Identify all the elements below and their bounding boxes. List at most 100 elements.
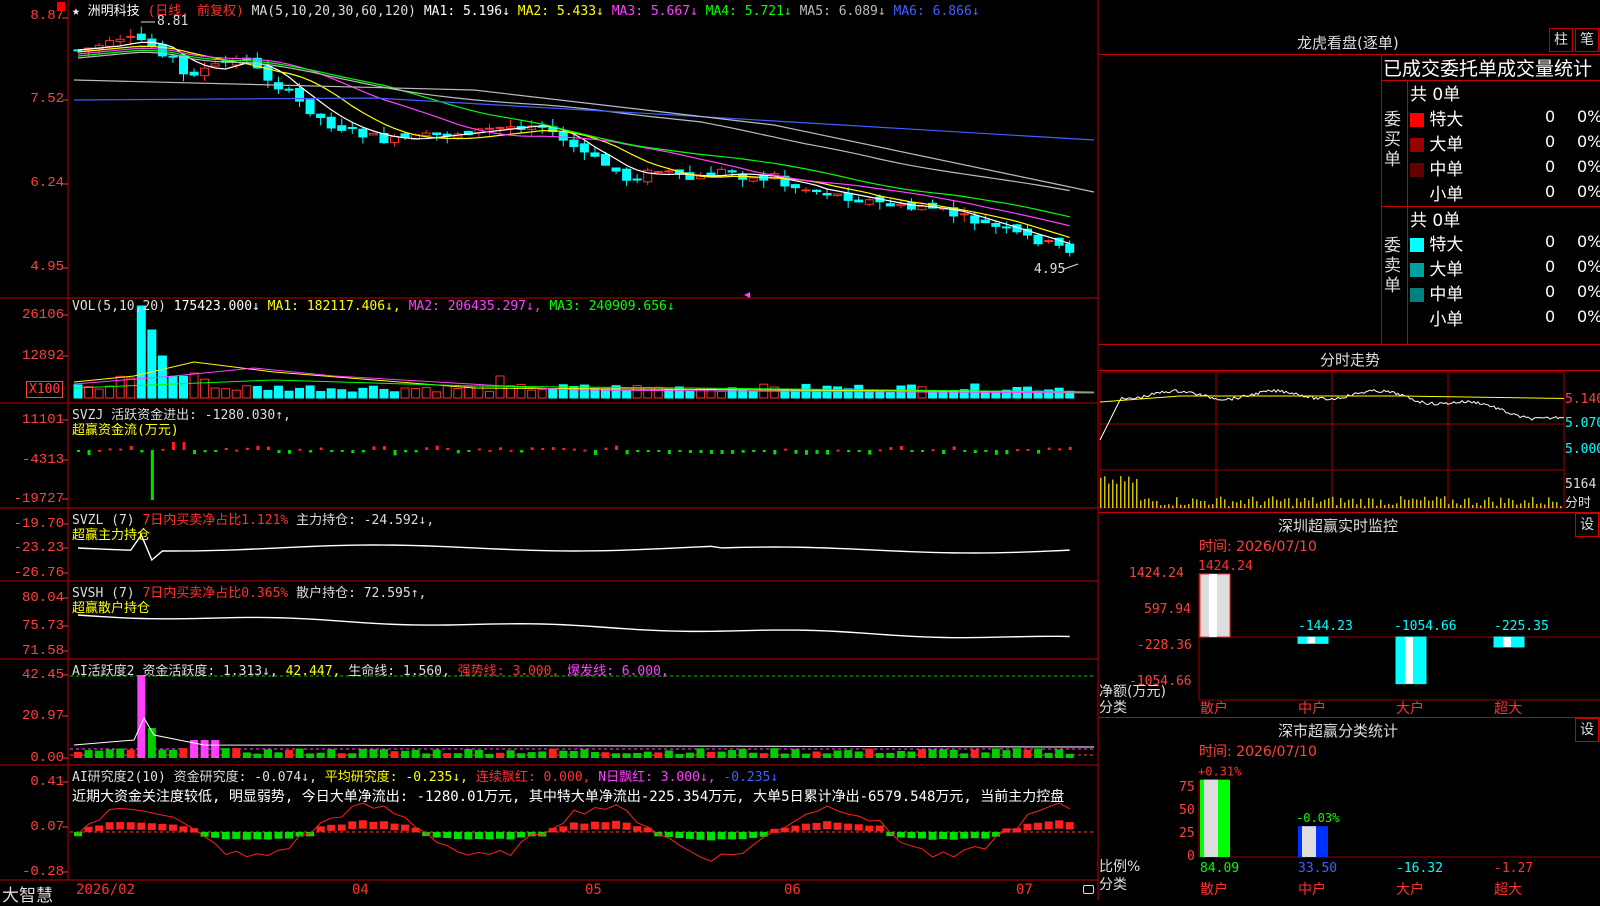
brand-logo[interactable]: 大智慧 [2, 881, 53, 906]
research-bar [348, 821, 357, 830]
research-bar [685, 832, 694, 839]
activity-bar [696, 748, 705, 758]
research-bar [601, 822, 610, 830]
main-y-tick-2: 7.52 [30, 91, 64, 107]
activity-bar [401, 750, 410, 758]
activity-bar [295, 748, 304, 758]
research-bar [242, 832, 251, 840]
volume-bar [833, 386, 843, 399]
flow-bar [235, 449, 239, 452]
volume-bar [885, 391, 895, 399]
volume-bar [347, 391, 357, 399]
candle-up [833, 193, 843, 197]
activity-bar [590, 751, 599, 758]
flow-bar [889, 447, 893, 450]
stock-name[interactable]: ★ 洲明科技 [72, 4, 140, 19]
activity-bar [749, 752, 758, 758]
activity-bar [285, 750, 293, 758]
pen-view-button[interactable]: 笔 [1575, 28, 1599, 52]
class-settings-button[interactable]: 设 [1575, 718, 1599, 742]
research-bar [232, 832, 241, 839]
candle-up [115, 38, 125, 43]
volume-bar [674, 386, 684, 399]
sell-s-count: 0 [1545, 307, 1556, 326]
flow-bar [952, 446, 956, 450]
flow-bar [509, 449, 513, 452]
column-view-button[interactable]: 柱 [1549, 28, 1573, 52]
ai-active-header: AI活跃度2 资金活跃度: 1.313↓, 42.447, 生命线: 1.560… [72, 664, 669, 679]
svzl-y-tick-2: -23.23 [13, 540, 64, 556]
activity-bar [707, 751, 715, 758]
activity-bar [854, 751, 863, 758]
activity-bar [379, 749, 388, 758]
flow-bar [931, 449, 935, 452]
activity-bar [643, 751, 652, 758]
research-bar [1055, 820, 1064, 829]
candle-down [179, 55, 188, 75]
volume-bar [295, 387, 305, 399]
flow-bar [678, 450, 682, 452]
activity-bar [601, 752, 610, 758]
research-bar [981, 832, 990, 839]
volume-bar [73, 384, 83, 399]
volume-bar [200, 378, 210, 399]
activity-bar [970, 749, 979, 758]
research-bar [643, 827, 652, 833]
flow-bar [1037, 450, 1041, 454]
research-bar [401, 824, 410, 831]
flow-bar [710, 450, 713, 454]
low-price-label: 4.95 [1034, 262, 1066, 277]
flow-bar [646, 450, 650, 452]
sell-m-count: 0 [1545, 282, 1556, 301]
main-chart-header: ★ 洲明科技 (日线, 前复权) MA(5,10,20,30,60,120) M… [72, 0, 980, 19]
right-panel: 龙虎看盘(逐单) 柱 笔 已成交委托单成交量统计 委买单 委卖单 共 0单 共 … [1099, 0, 1600, 900]
monitor-settings-button[interactable]: 设 [1575, 513, 1599, 537]
sell-m-pct: 0% [1577, 282, 1600, 301]
volume-bar [432, 391, 442, 399]
flow-bar [699, 450, 703, 454]
corner-flag-icon[interactable] [57, 2, 65, 11]
activity-bar [95, 750, 104, 758]
volume-bar [210, 387, 220, 399]
research-bar [517, 832, 526, 838]
svzl-y-tick-1: -19.70 [13, 516, 64, 532]
flow-bar [288, 450, 291, 454]
main-y-tick-4: 4.95 [30, 259, 64, 275]
class-time: 时间: 2026/07/10 [1199, 744, 1317, 760]
intraday-tick-3: 5.000 [1565, 442, 1600, 457]
lock-icon[interactable] [1083, 885, 1094, 894]
activity-bar [1023, 749, 1032, 758]
activity-bar [200, 740, 209, 758]
candle-down [590, 152, 600, 157]
research-bar [443, 832, 452, 839]
flow-bar [551, 447, 555, 450]
research-bar [464, 832, 473, 840]
volume-bar [537, 389, 547, 399]
flow-bar [404, 450, 408, 453]
volume-bar [231, 389, 241, 399]
activity-bar [823, 753, 832, 758]
research-bar [496, 832, 504, 839]
candle-down [189, 71, 199, 76]
class-axis-label: 比例% [1099, 859, 1141, 875]
flow-bar [372, 446, 376, 450]
candle-down [569, 139, 579, 148]
svzl-subtitle: 超赢主力持仓 [72, 528, 151, 543]
research-bar [738, 832, 747, 840]
research-bar [506, 832, 515, 840]
monitor-title: 深圳超赢实时监控 [1278, 517, 1399, 535]
candle-down [579, 143, 589, 153]
candle-down [706, 172, 716, 177]
candle-down [601, 153, 610, 166]
activity-bar [232, 748, 241, 758]
flow-bar [1068, 446, 1072, 450]
activity-bar [580, 749, 589, 758]
candle-down [1033, 234, 1043, 245]
volume-bar [400, 387, 410, 399]
buy-s-pct: 0% [1577, 182, 1600, 201]
research-bar [717, 832, 726, 840]
activity-bar [517, 753, 526, 758]
flow-bar [150, 450, 154, 500]
activity-bar [981, 752, 990, 758]
flow-bar [847, 450, 851, 453]
